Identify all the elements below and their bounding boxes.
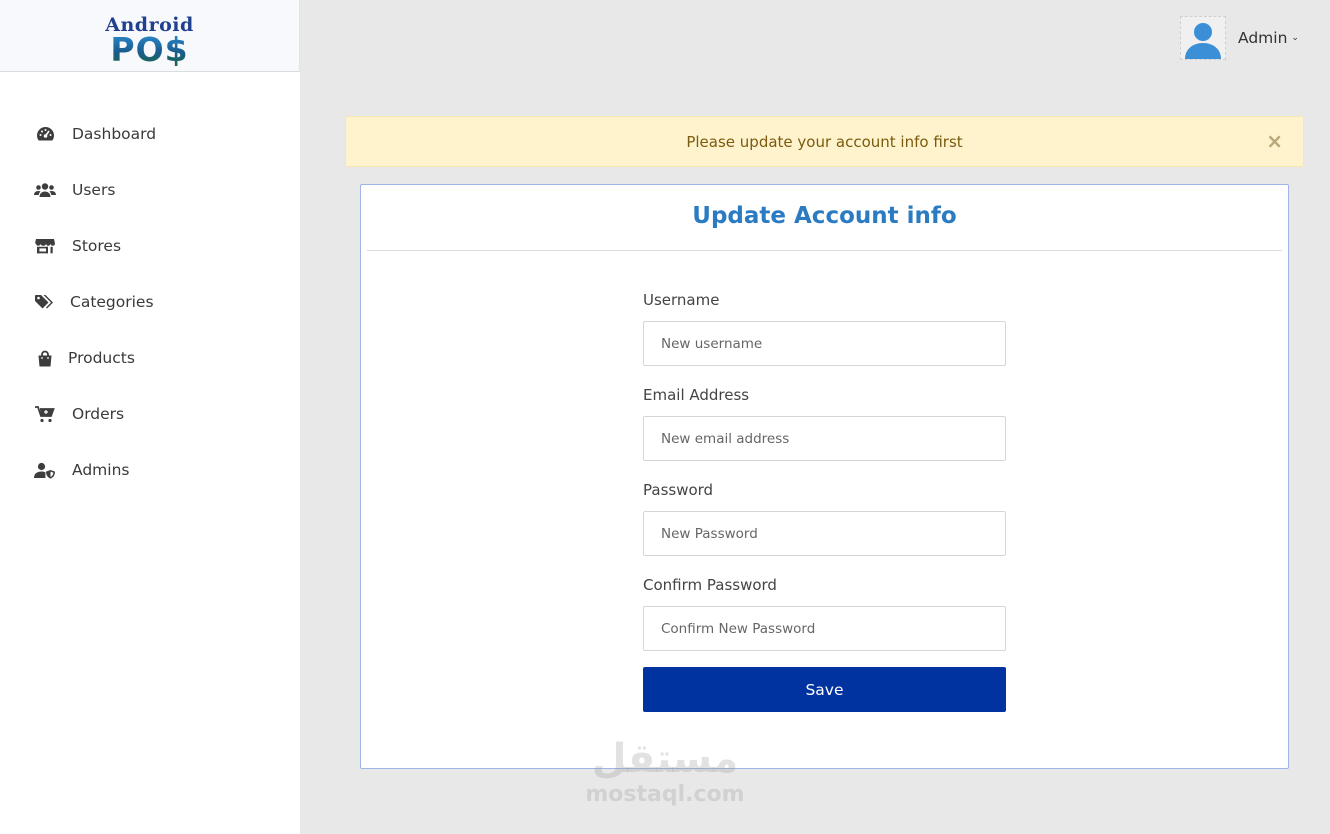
username-label: Username (643, 291, 720, 309)
users-icon (34, 181, 56, 199)
cart-icon (34, 405, 56, 423)
confirm-password-input[interactable] (643, 606, 1006, 651)
card-title: Update Account info (692, 203, 957, 229)
sidebar-item-label: Users (72, 181, 116, 199)
confirm-password-label: Confirm Password (643, 576, 777, 594)
watermark-latin: mostaql.com (585, 782, 745, 807)
sidebar-item-label: Stores (72, 237, 122, 255)
chevron-down-icon: ⌄ (1291, 33, 1299, 43)
logo-bottom-text: PO$ (75, 31, 225, 68)
tags-icon (34, 293, 56, 311)
sidebar-item-label: Products (68, 349, 135, 367)
sidebar-item-stores[interactable]: Stores (0, 218, 300, 274)
email-input[interactable] (643, 416, 1006, 461)
divider (367, 250, 1282, 251)
sidebar-item-label: Dashboard (72, 125, 157, 143)
sidebar-item-label: Categories (70, 293, 154, 311)
sidebar: Android PO$ Dashboard Users Stores Categ… (0, 0, 300, 834)
logo-area: Android PO$ (0, 0, 300, 72)
user-menu[interactable]: Admin ⌄ (1180, 16, 1299, 60)
store-icon (34, 237, 56, 255)
sidebar-item-admins[interactable]: Admins (0, 442, 300, 498)
sidebar-item-dashboard[interactable]: Dashboard (0, 106, 300, 162)
avatar (1180, 16, 1226, 60)
alert-message: Please update your account info first (686, 132, 963, 151)
user-avatar-icon (1185, 23, 1221, 59)
sidebar-item-label: Admins (72, 461, 130, 479)
dashboard-icon (34, 125, 56, 143)
update-account-card: Update Account info Username Email Addre… (360, 184, 1289, 769)
app-logo[interactable]: Android PO$ (75, 9, 225, 68)
username-input[interactable] (643, 321, 1006, 366)
sidebar-item-orders[interactable]: Orders (0, 386, 300, 442)
sidebar-item-label: Orders (72, 405, 125, 423)
password-input[interactable] (643, 511, 1006, 556)
email-label: Email Address (643, 386, 750, 404)
save-button[interactable]: Save (643, 667, 1006, 712)
account-form: Username Email Address Password Confirm … (643, 289, 1007, 712)
password-label: Password (643, 481, 714, 499)
shopping-bag-icon (34, 349, 56, 367)
alert-banner: Please update your account info first × (345, 116, 1304, 167)
user-name: Admin (1238, 29, 1288, 47)
sidebar-item-products[interactable]: Products (0, 330, 300, 386)
sidebar-item-users[interactable]: Users (0, 162, 300, 218)
user-shield-icon (34, 461, 56, 479)
close-icon[interactable]: × (1266, 130, 1283, 152)
sidebar-item-categories[interactable]: Categories (0, 274, 300, 330)
sidebar-nav: Dashboard Users Stores Categories Produc… (0, 106, 300, 498)
